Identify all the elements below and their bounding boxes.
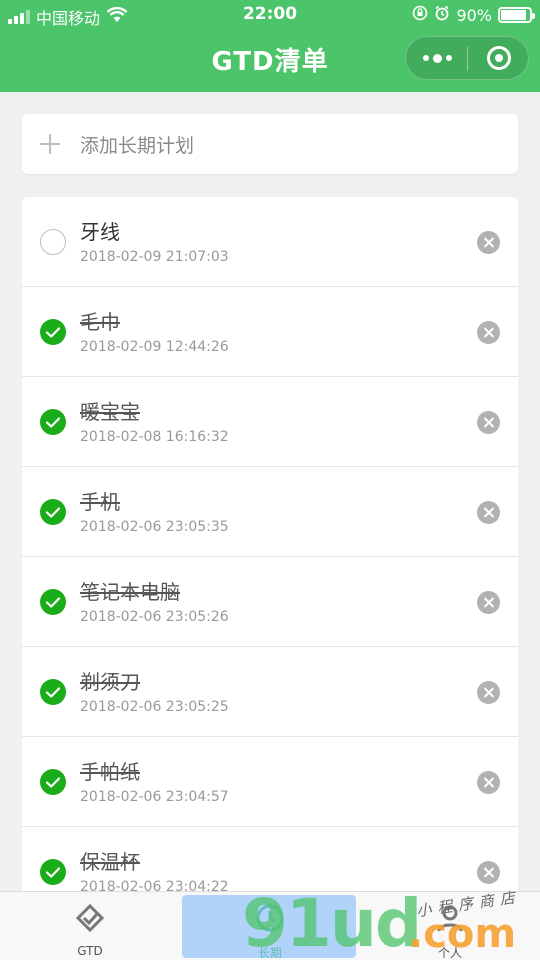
battery-percent: 90% xyxy=(456,5,492,25)
checked-circle-icon[interactable] xyxy=(40,589,66,615)
list-item[interactable]: 手帕纸 2018-02-06 23:04:57 xyxy=(22,737,518,827)
add-plan-placeholder: 添加长期计划 xyxy=(80,135,195,157)
item-title: 手帕纸 xyxy=(80,760,140,784)
item-timestamp: 2018-02-06 23:05:35 xyxy=(80,519,229,535)
item-title: 保温杯 xyxy=(80,850,140,874)
item-timestamp: 2018-02-06 23:05:25 xyxy=(80,699,229,715)
delete-icon[interactable] xyxy=(477,591,500,614)
checked-circle-icon[interactable] xyxy=(40,319,66,345)
checked-circle-icon[interactable] xyxy=(40,769,66,795)
delete-icon[interactable] xyxy=(477,501,500,524)
more-button[interactable] xyxy=(406,37,468,79)
battery-fill xyxy=(501,10,527,20)
list-item[interactable]: 手机 2018-02-06 23:05:35 xyxy=(22,467,518,557)
item-timestamp: 2018-02-06 23:05:26 xyxy=(80,609,229,625)
delete-icon[interactable] xyxy=(477,861,500,884)
checked-circle-icon[interactable] xyxy=(40,859,66,885)
person-icon xyxy=(434,902,466,934)
list-item[interactable]: 笔记本电脑 2018-02-06 23:05:26 xyxy=(22,557,518,647)
checked-circle-icon[interactable] xyxy=(40,499,66,525)
status-bar: 中国移动 22:00 90% xyxy=(0,0,540,30)
list-item[interactable]: 剃须刀 2018-02-06 23:05:25 xyxy=(22,647,518,737)
list-item[interactable]: 牙线 2018-02-09 21:07:03 xyxy=(22,197,518,287)
delete-icon[interactable] xyxy=(477,411,500,434)
header: 中国移动 22:00 90% GTD清单 xyxy=(0,0,540,92)
item-title: 剃须刀 xyxy=(80,670,140,694)
rotation-lock-icon xyxy=(412,5,428,25)
list-item[interactable]: 暖宝宝 2018-02-08 16:16:32 xyxy=(22,377,518,467)
item-title: 牙线 xyxy=(80,220,120,244)
battery-icon xyxy=(498,7,535,23)
item-title: 毛巾 xyxy=(80,310,120,334)
delete-icon[interactable] xyxy=(477,681,500,704)
tab-gtd[interactable]: GTD xyxy=(0,892,180,960)
gtd-icon xyxy=(74,902,106,934)
item-timestamp: 2018-02-09 21:07:03 xyxy=(80,249,229,265)
tab-personal[interactable]: 个人 xyxy=(360,892,540,960)
tab-gtd-label: GTD xyxy=(77,944,103,958)
item-timestamp: 2018-02-09 12:44:26 xyxy=(80,339,229,355)
add-plan-input[interactable]: 添加长期计划 xyxy=(22,114,518,174)
clock-icon xyxy=(254,902,286,934)
delete-icon[interactable] xyxy=(477,771,500,794)
menu-capsule xyxy=(405,36,529,80)
item-title: 手机 xyxy=(80,490,120,514)
item-timestamp: 2018-02-08 16:16:32 xyxy=(80,429,229,445)
plan-list: 牙线 2018-02-09 21:07:03 毛巾 2018-02-09 12:44:… xyxy=(22,197,518,897)
list-item[interactable]: 保温杯 2018-02-06 23:04:22 xyxy=(22,827,518,897)
item-timestamp: 2018-02-06 23:04:57 xyxy=(80,789,229,805)
tab-bar: GTD 长期 个人 xyxy=(0,891,540,960)
item-title: 笔记本电脑 xyxy=(80,580,180,604)
alarm-icon xyxy=(434,5,450,25)
delete-icon[interactable] xyxy=(477,231,500,254)
item-title: 暖宝宝 xyxy=(80,400,140,424)
delete-icon[interactable] xyxy=(477,321,500,344)
tab-long-term[interactable]: 长期 xyxy=(180,892,360,960)
tab-long-term-label: 长期 xyxy=(257,946,282,960)
tab-personal-label: 个人 xyxy=(437,946,462,960)
checked-circle-icon[interactable] xyxy=(40,409,66,435)
unchecked-circle-icon[interactable] xyxy=(40,229,66,255)
close-miniprogram-button[interactable] xyxy=(468,37,530,79)
list-item[interactable]: 毛巾 2018-02-09 12:44:26 xyxy=(22,287,518,377)
plus-icon xyxy=(40,134,60,154)
checked-circle-icon[interactable] xyxy=(40,679,66,705)
